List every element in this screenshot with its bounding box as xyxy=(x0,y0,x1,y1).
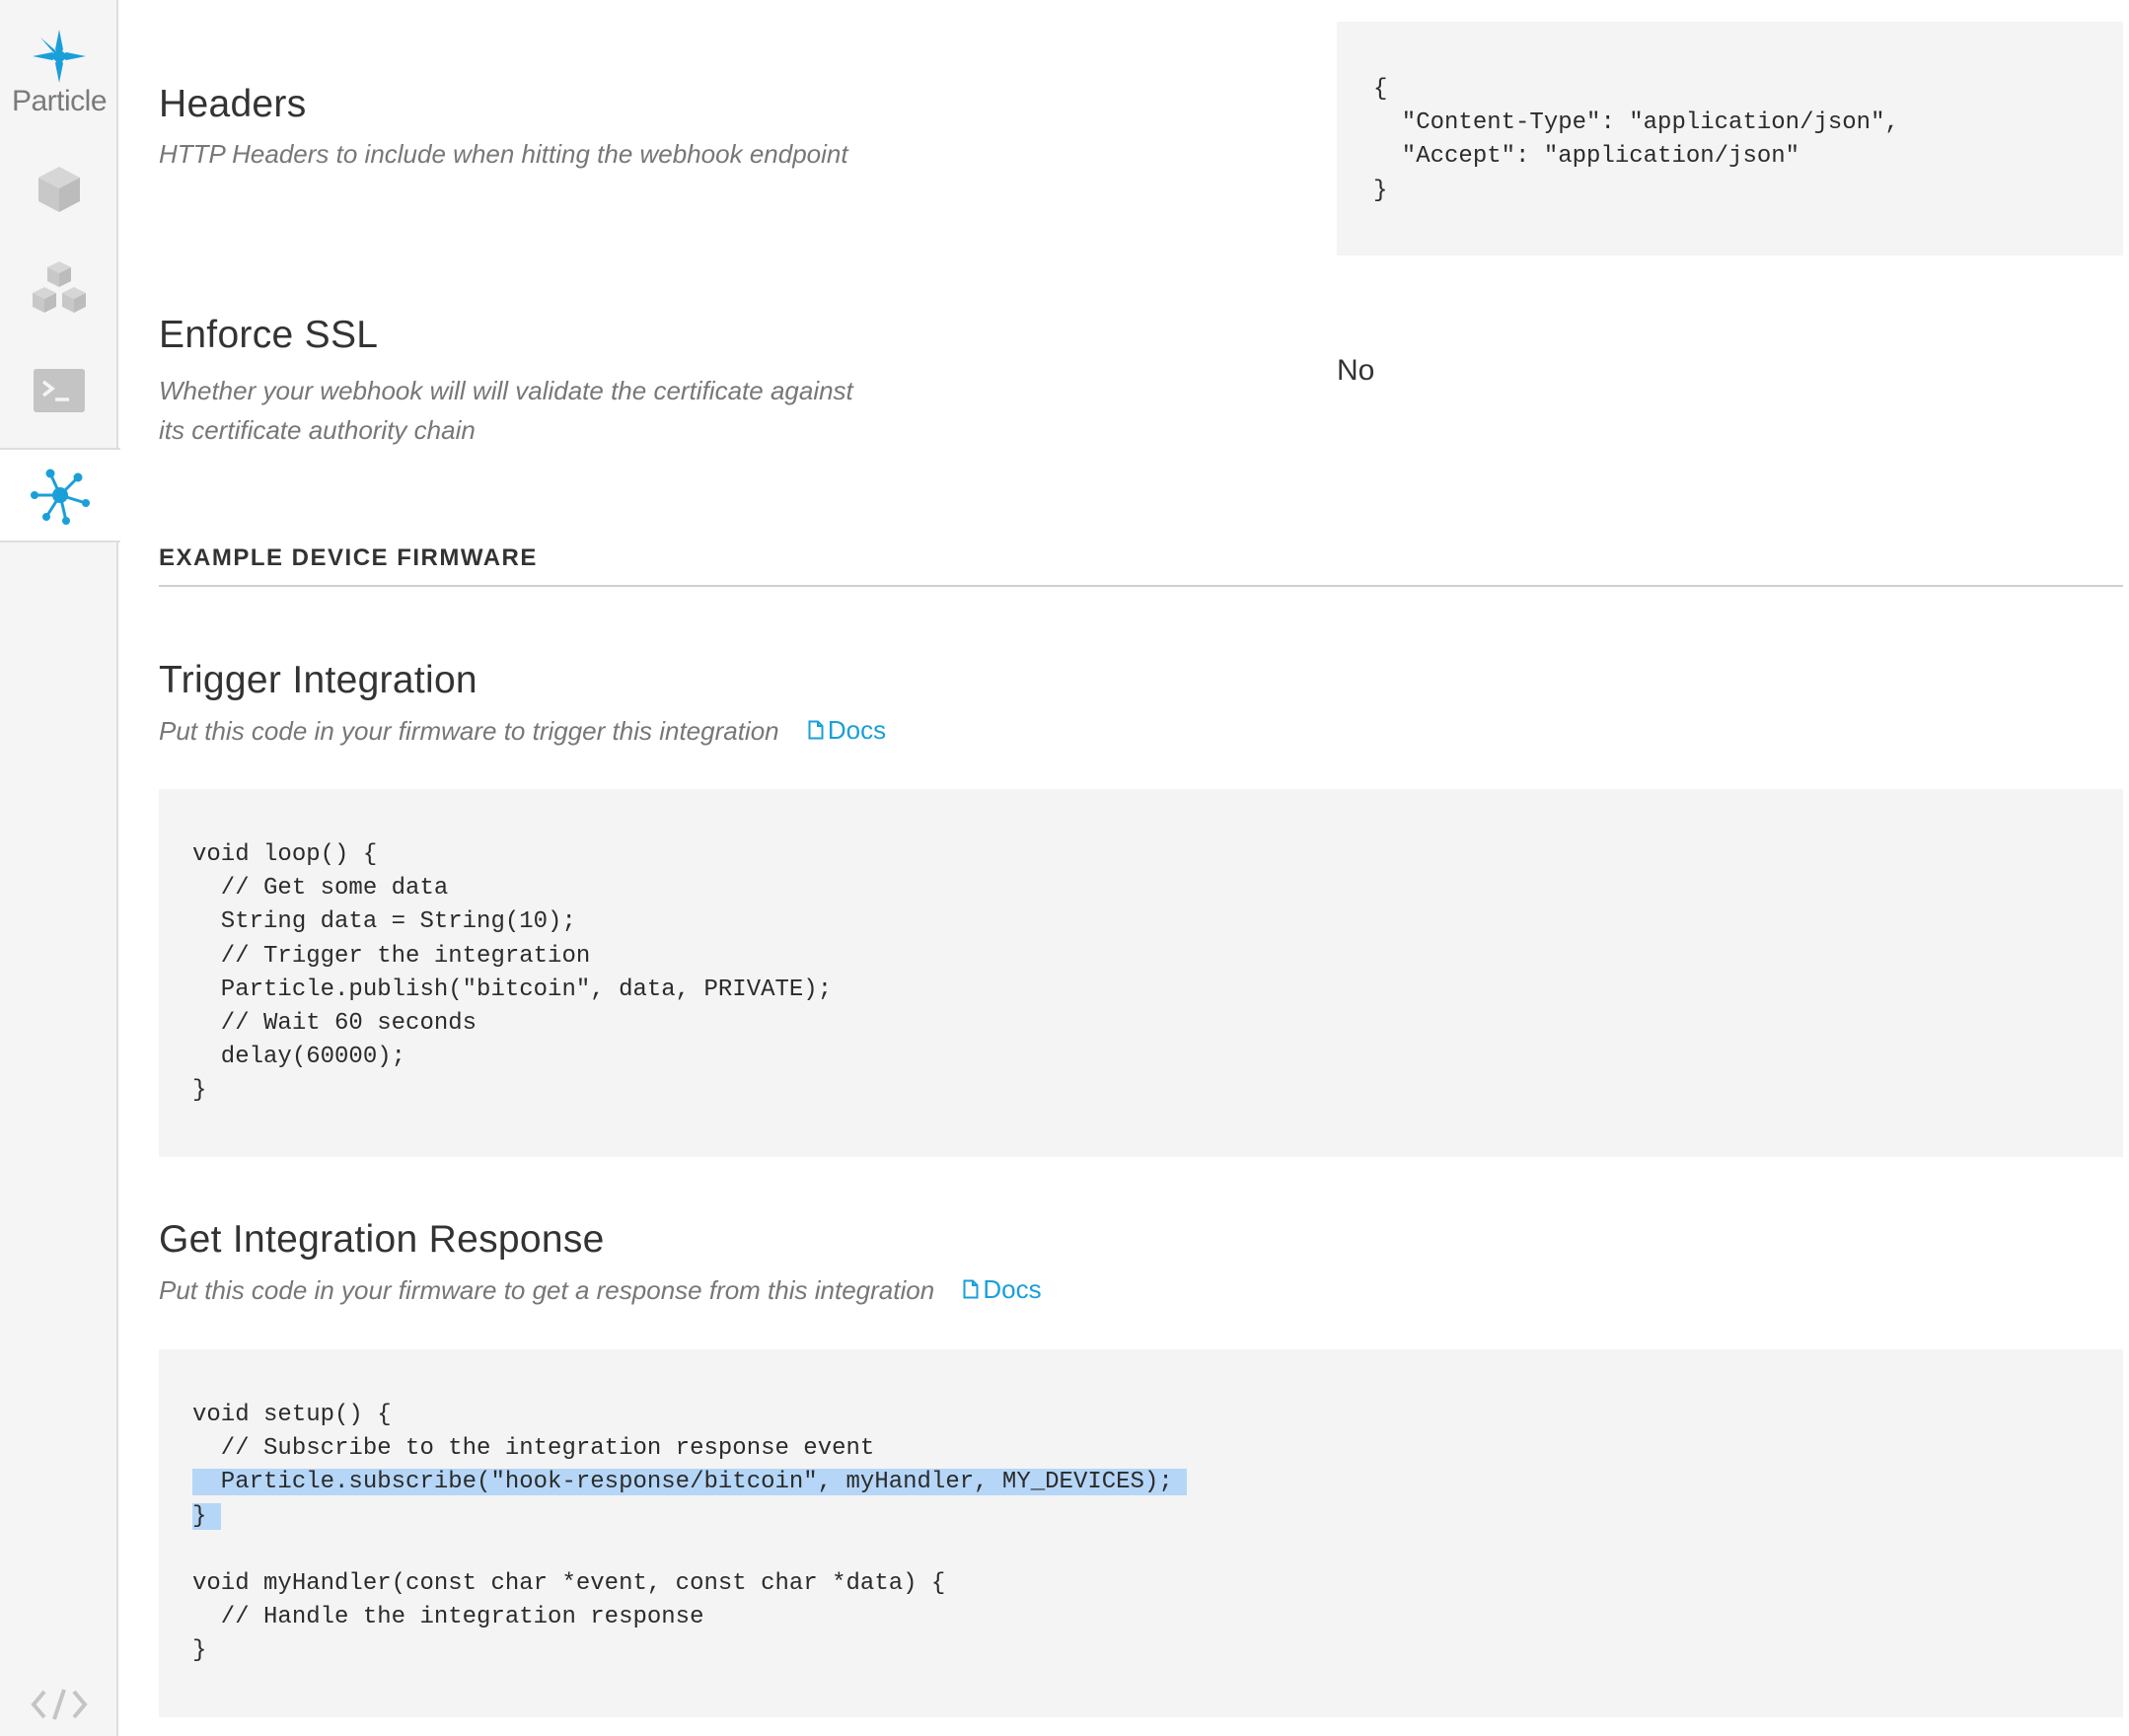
headers-section: Headers HTTP Headers to include when hit… xyxy=(159,83,848,174)
response-description-row: Put this code in your firmware to get a … xyxy=(159,1269,1042,1310)
cubes-icon xyxy=(33,261,86,313)
trigger-code-block[interactable]: void loop() { // Get some data String da… xyxy=(159,789,2123,1157)
sidebar-item-devices[interactable] xyxy=(0,142,118,237)
particle-logo[interactable]: Particle xyxy=(0,30,118,128)
sidebar-item-integrations[interactable] xyxy=(0,448,120,542)
trigger-description: Put this code in your firmware to trigge… xyxy=(159,716,779,746)
enforce-ssl-description-line2: its certificate authority chain xyxy=(159,415,476,445)
response-code-line2: // Subscribe to the integration response… xyxy=(192,1435,875,1463)
enforce-ssl-title: Enforce SSL xyxy=(159,314,379,356)
response-code-rest: void myHandler(const char *event, const … xyxy=(192,1570,946,1665)
logo-text: Particle xyxy=(11,85,108,117)
sidebar-item-products[interactable] xyxy=(0,242,118,336)
trigger-description-row: Put this code in your firmware to trigge… xyxy=(159,710,886,751)
response-docs-link[interactable]: Docs xyxy=(963,1269,1042,1309)
document-icon xyxy=(808,720,824,740)
trigger-title: Trigger Integration xyxy=(159,659,477,701)
response-code-line4-selected: } xyxy=(192,1502,207,1530)
trigger-section: Trigger Integration Put this code in you… xyxy=(159,659,886,751)
selection-end xyxy=(206,1502,221,1530)
trigger-docs-link[interactable]: Docs xyxy=(808,710,886,750)
sidebar-item-console[interactable] xyxy=(0,343,118,438)
response-docs-label: Docs xyxy=(983,1274,1042,1304)
headers-description: HTTP Headers to include when hitting the… xyxy=(159,139,848,169)
response-code-line1: void setup() { xyxy=(192,1402,392,1428)
particle-star-icon xyxy=(33,30,86,83)
integration-detail: Headers HTTP Headers to include when hit… xyxy=(158,0,2123,1736)
sidebar: Particle xyxy=(0,0,120,1736)
cube-icon xyxy=(38,167,80,212)
sidebar-item-developer[interactable] xyxy=(0,1677,118,1732)
integrations-hub-icon xyxy=(31,469,90,525)
headers-title: Headers xyxy=(159,83,307,125)
terminal-icon xyxy=(34,369,85,412)
response-description: Put this code in your firmware to get a … xyxy=(159,1275,935,1305)
response-code-block[interactable]: void setup() { // Subscribe to the integ… xyxy=(159,1349,2123,1717)
response-title: Get Integration Response xyxy=(159,1218,605,1261)
enforce-ssl-value: No xyxy=(1337,354,1375,387)
headers-code-block[interactable]: { "Content-Type": "application/json", "A… xyxy=(1337,22,2123,255)
trigger-docs-label: Docs xyxy=(827,715,887,745)
document-icon xyxy=(963,1279,979,1299)
response-section: Get Integration Response Put this code i… xyxy=(159,1218,1042,1310)
enforce-ssl-section: Enforce SSL Whether your webhook will wi… xyxy=(159,314,853,450)
firmware-section-title: EXAMPLE DEVICE FIRMWARE xyxy=(159,544,538,571)
code-icon xyxy=(31,1689,88,1720)
response-code-line3-selected: Particle.subscribe("hook-response/bitcoi… xyxy=(192,1469,1173,1496)
section-divider xyxy=(159,585,2123,587)
selection-end xyxy=(1172,1469,1188,1496)
enforce-ssl-description-line1: Whether your webhook will will validate … xyxy=(159,376,853,405)
